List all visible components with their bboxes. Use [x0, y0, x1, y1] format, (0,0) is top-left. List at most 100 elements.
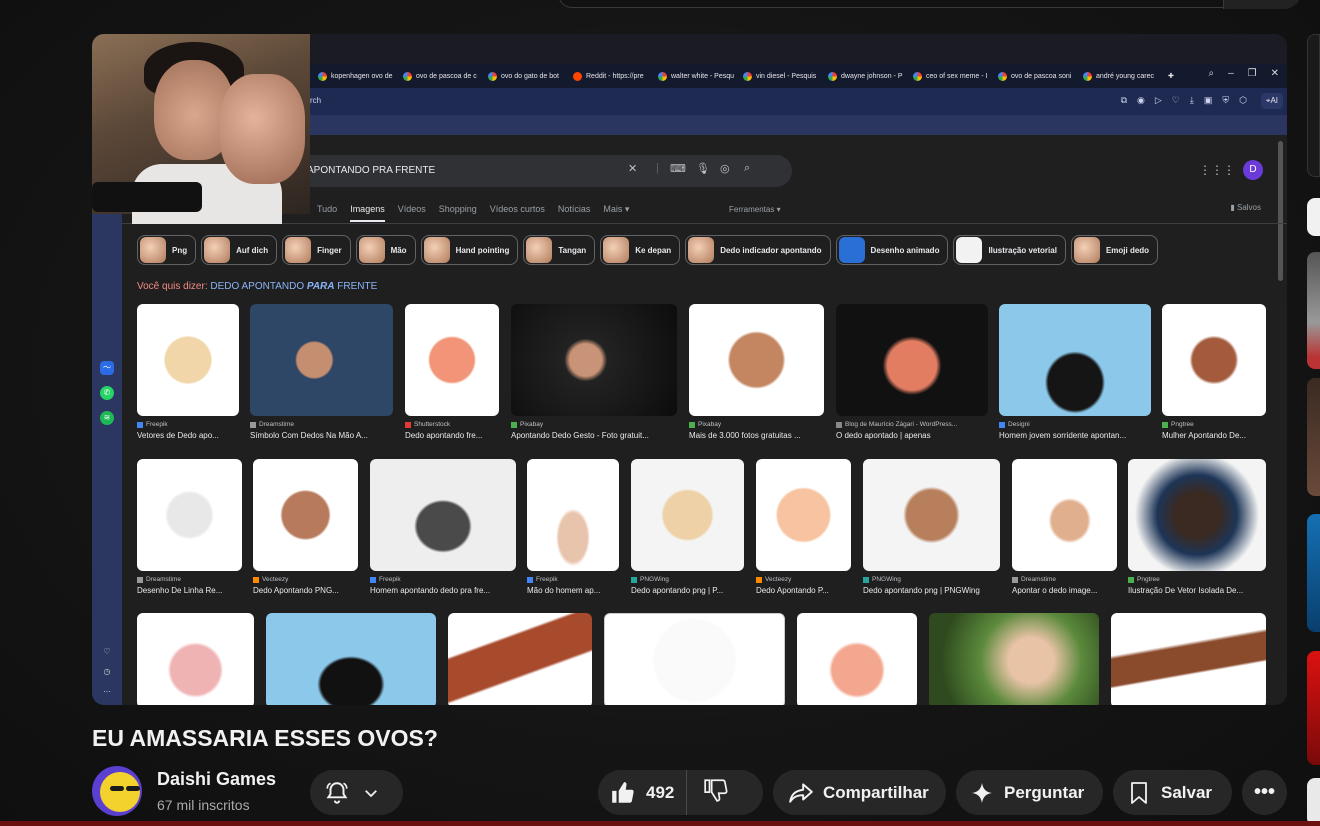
image-result[interactable]: Freepik Homem apontando dedo pra fre...	[370, 459, 516, 595]
minimize-icon[interactable]: –	[1228, 68, 1234, 79]
image-result[interactable]: Dreamstime Símbolo Com Dedos Na Mão A...	[250, 304, 393, 440]
browser-tab[interactable]: kopenhagen ovo de	[314, 71, 399, 81]
recommendation-chip[interactable]	[1307, 198, 1320, 236]
search-button[interactable]	[1223, 0, 1299, 9]
recommendation-thumbnail[interactable]	[1307, 514, 1320, 632]
camera-icon[interactable]: ◉	[1137, 95, 1145, 106]
tab-more[interactable]: Mais ▾	[603, 204, 629, 222]
image-result[interactable]	[604, 613, 785, 705]
channel-name[interactable]: Daishi Games	[157, 769, 276, 790]
whatsapp-icon[interactable]: ✆	[100, 386, 114, 400]
image-result[interactable]: Shutterstock Dedo apontando fre...	[405, 304, 499, 440]
image-result[interactable]: Pixabay Mais de 3.000 fotos gratuitas ...	[689, 304, 824, 440]
chip[interactable]: Finger	[282, 235, 351, 265]
cube-icon[interactable]: ⬡	[1239, 95, 1247, 106]
recommendation-thumbnail[interactable]	[1307, 34, 1320, 177]
history-icon[interactable]: ◷	[100, 665, 114, 679]
browser-tab[interactable]: dwayne johnson - P	[824, 71, 909, 81]
tools-button[interactable]: Ferramentas ▾	[729, 205, 781, 214]
messenger-icon[interactable]: 〜	[100, 361, 114, 375]
restore-icon[interactable]: ❐	[1248, 68, 1257, 79]
image-result[interactable]	[266, 613, 436, 705]
chip[interactable]: Emoji dedo	[1070, 235, 1159, 265]
like-button[interactable]: 492	[598, 770, 688, 815]
notifications-button[interactable]	[310, 770, 403, 815]
apps-grid-icon[interactable]: ⋮⋮⋮	[1199, 163, 1235, 177]
image-result[interactable]: Blog de Maurício Zágari - WordPress... O …	[836, 304, 988, 440]
chip[interactable]: Dedo indicador apontando	[685, 235, 831, 265]
clear-icon[interactable]: ✕	[628, 162, 637, 175]
new-tab-icon[interactable]: ✚	[1164, 72, 1180, 80]
image-result[interactable]: PNGWing Dedo apontando png | PNGWing	[863, 459, 1000, 595]
account-avatar[interactable]: D	[1243, 160, 1263, 180]
recommendation-thumbnail[interactable]	[1307, 778, 1320, 826]
browser-tab[interactable]: Reddit - https://pre	[569, 71, 654, 81]
chip[interactable]: Auf dich	[201, 235, 278, 265]
tab-short-videos[interactable]: Vídeos curtos	[490, 204, 545, 222]
screenshot-icon[interactable]: ⧉	[1121, 95, 1127, 106]
heart-icon[interactable]: ♡	[1172, 95, 1180, 106]
dislike-button[interactable]	[687, 777, 729, 808]
spotify-icon[interactable]: ≋	[100, 411, 114, 425]
image-result[interactable]	[1111, 613, 1266, 705]
image-result[interactable]: Freepik Vetores de Dedo apo...	[137, 304, 239, 440]
image-result[interactable]: Dreamstime Desenho De Linha Re...	[137, 459, 242, 595]
image-result[interactable]: Pngtree Mulher Apontando De...	[1162, 304, 1266, 440]
search-icon[interactable]: ⌕	[1208, 68, 1214, 79]
lens-icon[interactable]: ◎	[720, 162, 730, 175]
chip[interactable]: Tangan	[523, 235, 596, 265]
image-result[interactable]	[929, 613, 1099, 705]
shield-icon[interactable]: ⛨	[1222, 95, 1229, 106]
chip[interactable]: Ke depan	[600, 235, 681, 265]
video-player[interactable]: kopenhagen ovo de ovo de pascoa de c ovo…	[92, 34, 1287, 705]
did-you-mean-link[interactable]: DEDO APONTANDO PARA FRENTE	[210, 281, 377, 292]
image-result[interactable]: Vecteezy Dedo Apontando P...	[756, 459, 851, 595]
mic-icon[interactable]: 🎙	[696, 162, 710, 175]
image-result[interactable]: Pixabay Apontando Dedo Gesto - Foto gratu…	[511, 304, 677, 440]
chip[interactable]: Mão	[355, 235, 416, 265]
recommendation-thumbnail[interactable]	[1307, 378, 1320, 496]
search-bar[interactable]	[558, 0, 1300, 9]
google-search-input[interactable]: APONTANDO PRA FRENTE ✕ | ⌨ 🎙 ◎ ⌕	[272, 155, 792, 187]
tab-videos[interactable]: Vídeos	[398, 204, 426, 222]
browser-tab[interactable]: andré young carec	[1079, 71, 1164, 81]
browser-tab[interactable]: ovo do gato de bot	[484, 71, 569, 81]
keyboard-icon[interactable]: ⌨	[670, 162, 686, 175]
image-result[interactable]: Designi Homem jovem sorridente apontan...	[999, 304, 1151, 440]
ai-button[interactable]: ⌖AI	[1260, 93, 1283, 109]
tab-all[interactable]: Tudo	[317, 204, 337, 222]
tab-news[interactable]: Notícias	[558, 204, 591, 222]
browser-tab[interactable]: ceo of sex meme - I	[909, 71, 994, 81]
ask-button[interactable]: Perguntar	[956, 770, 1103, 815]
gift-icon[interactable]: ▣	[1204, 95, 1213, 106]
browser-tab[interactable]: vin diesel - Pesquis	[739, 71, 824, 81]
image-result[interactable]	[448, 613, 592, 705]
heart-icon[interactable]: ♡	[100, 645, 114, 659]
image-result[interactable]: Freepik Mão do homem ap...	[527, 459, 619, 595]
saved-button[interactable]: ▮ Salvos	[1230, 203, 1261, 212]
browser-tab[interactable]: walter white - Pesqu	[654, 71, 739, 81]
share-button[interactable]: Compartilhar	[773, 770, 946, 815]
tab-shopping[interactable]: Shopping	[439, 204, 477, 222]
image-result[interactable]: Vecteezy Dedo Apontando PNG...	[253, 459, 358, 595]
download-icon[interactable]: ⤓	[1190, 95, 1194, 106]
more-actions-button[interactable]: •••	[1242, 770, 1287, 815]
browser-tab[interactable]: ovo de pascoa de c	[399, 71, 484, 81]
image-result[interactable]	[137, 613, 254, 705]
more-icon[interactable]: ⋯	[100, 685, 114, 699]
image-result[interactable]	[797, 613, 917, 705]
scrollbar[interactable]	[1278, 141, 1283, 281]
recommendation-thumbnail[interactable]	[1307, 651, 1320, 765]
channel-avatar[interactable]	[92, 766, 142, 816]
chip[interactable]: Hand pointing	[420, 235, 519, 265]
chip[interactable]: Png	[137, 235, 197, 265]
image-result[interactable]: Pngtree Ilustração De Vetor Isolada De...	[1128, 459, 1266, 595]
save-button[interactable]: Salvar	[1113, 770, 1232, 815]
tab-images[interactable]: Imagens	[350, 204, 385, 222]
search-icon[interactable]: ⌕	[744, 162, 750, 175]
close-icon[interactable]: ✕	[1271, 68, 1279, 79]
chip[interactable]: Ilustração vetorial	[953, 235, 1066, 265]
image-result[interactable]: Dreamstime Apontar o dedo image...	[1012, 459, 1117, 595]
chip[interactable]: Desenho animado	[835, 235, 949, 265]
image-result[interactable]: PNGWing Dedo apontando png | P...	[631, 459, 744, 595]
